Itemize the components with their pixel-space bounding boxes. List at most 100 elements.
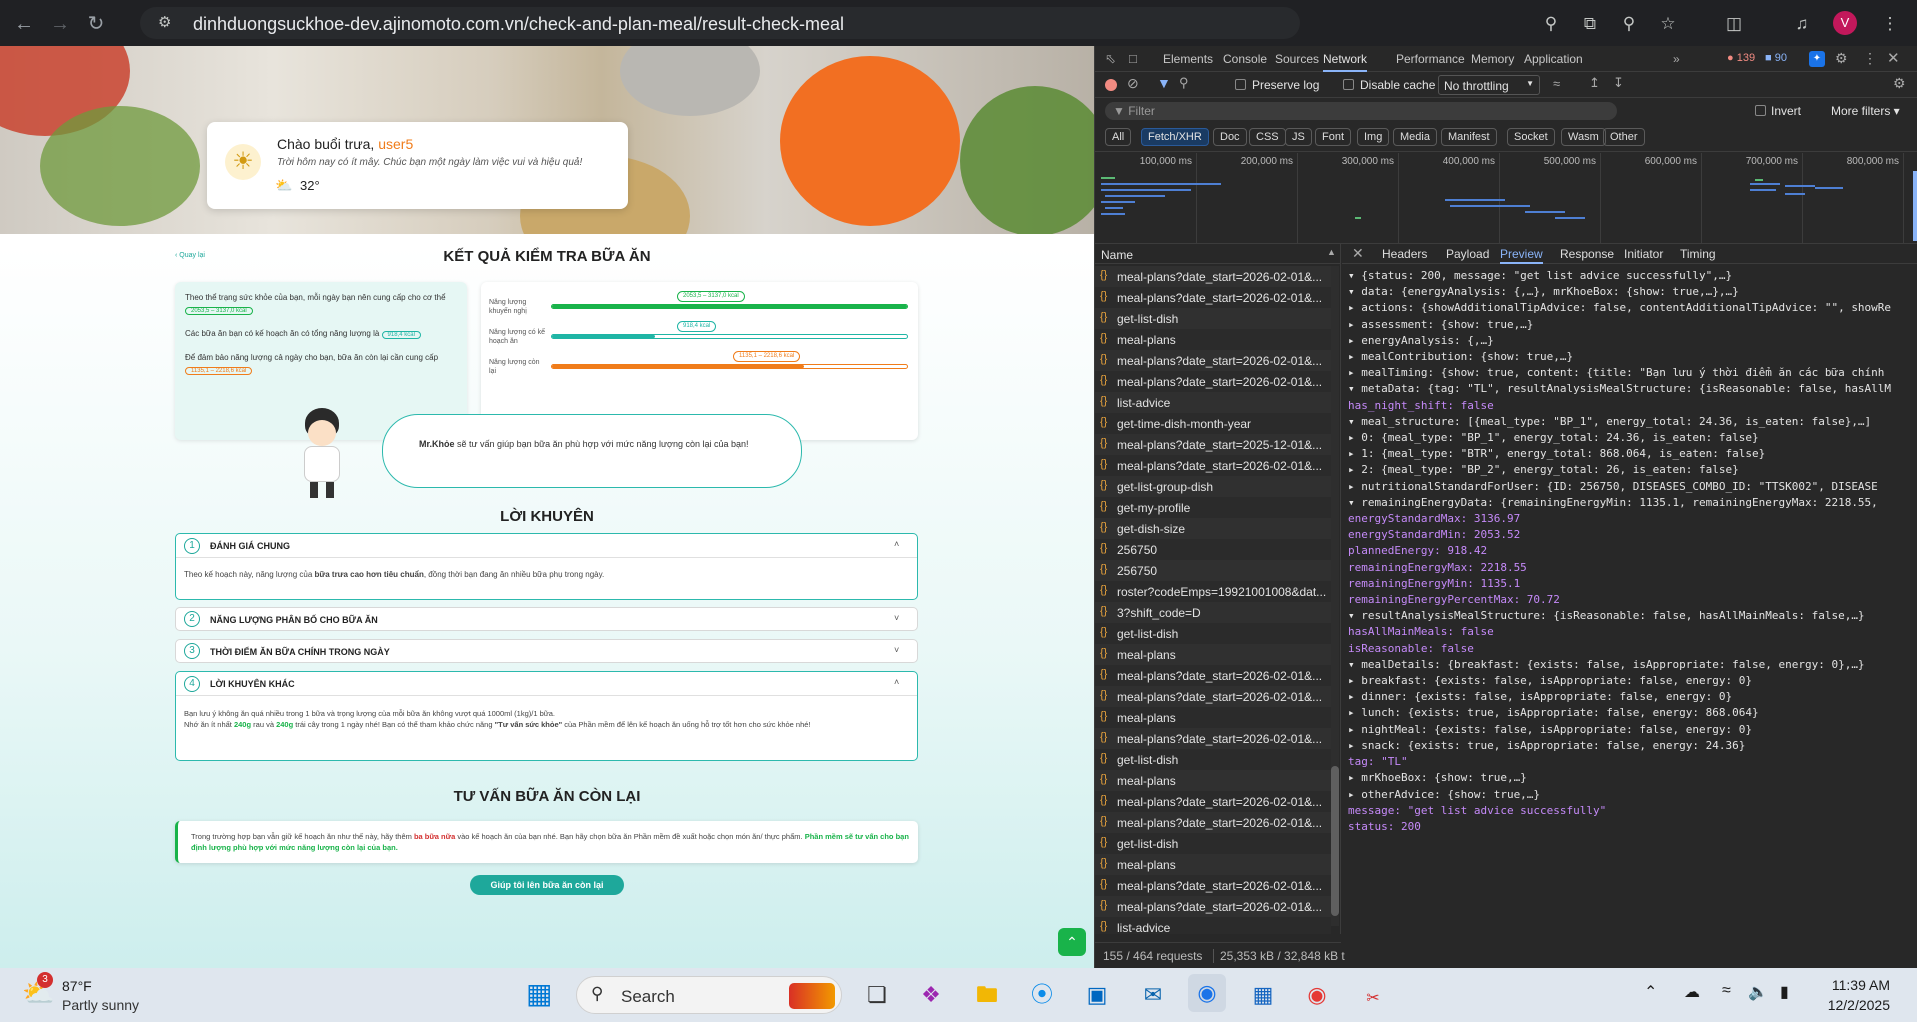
close-devtools-icon[interactable]: ✕ xyxy=(1887,49,1900,67)
throttling-select[interactable]: No throttling ▼ xyxy=(1438,75,1540,95)
request-row[interactable]: {} meal-plans?date_start=2026-02-01&... xyxy=(1095,791,1331,812)
json-line[interactable]: hasAllMainMeals: false xyxy=(1348,624,1917,640)
chevron-down-icon[interactable]: ˅ xyxy=(894,613,899,623)
request-row[interactable]: {} meal-plans xyxy=(1095,770,1331,791)
battery-icon[interactable]: ▮ xyxy=(1780,982,1789,1002)
zoom-icon[interactable]: ⚲ xyxy=(1617,12,1641,36)
extensions-icon[interactable]: ◫ xyxy=(1722,12,1746,36)
type-filter-fetch-xhr[interactable]: Fetch/XHR xyxy=(1141,128,1209,146)
type-filter-manifest[interactable]: Manifest xyxy=(1441,128,1497,146)
json-line[interactable]: has_night_shift: false xyxy=(1348,398,1917,414)
request-row[interactable]: {} get-dish-size xyxy=(1095,518,1331,539)
filter-funnel-icon[interactable]: ▼ xyxy=(1157,75,1171,91)
request-row[interactable]: {} meal-plans?date_start=2026-02-01&... xyxy=(1095,371,1331,392)
request-row[interactable]: {} meal-plans xyxy=(1095,854,1331,875)
request-row[interactable]: {} meal-plans?date_start=2026-02-01&... xyxy=(1095,665,1331,686)
ai-assist-icon[interactable]: ✦ xyxy=(1809,51,1825,67)
request-row[interactable]: {} meal-plans?date_start=2026-02-01&... xyxy=(1095,896,1331,917)
json-line[interactable]: ▸ 0: {meal_type: "BP_1", energy_total: 2… xyxy=(1348,430,1917,446)
clock-time[interactable]: 11:39 AM xyxy=(1830,977,1890,993)
disable-cache-checkbox[interactable] xyxy=(1343,79,1354,90)
json-line[interactable]: energyStandardMin: 2053.52 xyxy=(1348,527,1917,543)
microsoft-store-icon[interactable]: ▣ xyxy=(1078,976,1116,1014)
chevron-up-icon[interactable]: ˄ xyxy=(894,539,899,549)
network-conditions-icon[interactable]: ≈ xyxy=(1553,76,1560,91)
request-row[interactable]: {} roster?codeEmps=19921001008&dat... xyxy=(1095,581,1331,602)
devtools-tab-performance[interactable]: Performance xyxy=(1396,46,1465,72)
scroll-to-top-icon[interactable]: ⌃ xyxy=(1058,928,1086,956)
json-line[interactable]: ▸ nightMeal: {exists: false, isAppropria… xyxy=(1348,722,1917,738)
request-list-scrollbar[interactable] xyxy=(1331,266,1339,926)
devtools-tab-elements[interactable]: Elements xyxy=(1163,46,1213,72)
json-line[interactable]: ▸ mealContribution: {show: true,…} xyxy=(1348,349,1917,365)
type-filter-img[interactable]: Img xyxy=(1357,128,1390,146)
invert-checkbox[interactable] xyxy=(1755,105,1766,116)
json-line[interactable]: ▸ energyAnalysis: {,…} xyxy=(1348,333,1917,349)
type-filter-socket[interactable]: Socket xyxy=(1507,128,1555,146)
bookmark-star-icon[interactable]: ☆ xyxy=(1656,12,1680,36)
request-row[interactable]: {} list-advice xyxy=(1095,392,1331,413)
request-row[interactable]: {} meal-plans?date_start=2025-12-01&... xyxy=(1095,434,1331,455)
section-main-meal-timing[interactable]: 3 THỜI ĐIỂM ĂN BỮA CHÍNH TRONG NGÀY ˅ xyxy=(175,639,918,663)
devtools-tab-application[interactable]: Application xyxy=(1524,46,1583,72)
request-row[interactable]: {} meal-plans xyxy=(1095,644,1331,665)
reload-icon[interactable]: ↻ xyxy=(84,12,108,36)
calculator-app-icon[interactable]: ▦ xyxy=(1244,976,1282,1014)
url-text[interactable]: dinhduongsuckhoe-dev.ajinomoto.com.vn/ch… xyxy=(193,14,844,35)
section-1-header[interactable]: 1 ĐÁNH GIÁ CHUNG ˄ xyxy=(176,534,917,558)
request-row[interactable]: {} 256750 xyxy=(1095,560,1331,581)
name-column-header[interactable]: Name ▲ xyxy=(1095,244,1340,264)
json-line[interactable]: tag: "TL" xyxy=(1348,754,1917,770)
network-overview-timeline[interactable]: 100,000 ms 200,000 ms 300,000 ms 400,000 ms… xyxy=(1095,153,1917,244)
device-toolbar-icon[interactable]: □ xyxy=(1129,51,1137,66)
inspect-element-icon[interactable]: ⬁ xyxy=(1105,51,1116,67)
chevron-down-icon[interactable]: ˅ xyxy=(894,645,899,655)
error-count[interactable]: ● 139 xyxy=(1727,52,1755,64)
clock-date[interactable]: 12/2/2025 xyxy=(1820,997,1890,1013)
wifi-icon[interactable]: ≈ xyxy=(1722,982,1731,1000)
network-settings-icon[interactable]: ⚙ xyxy=(1893,75,1906,92)
json-line[interactable]: ▾ remainingEnergyData: {remainingEnergyM… xyxy=(1348,495,1917,511)
detail-tab-response[interactable]: Response xyxy=(1560,244,1614,264)
request-row[interactable]: {} meal-plans?date_start=2026-02-01&... xyxy=(1095,812,1331,833)
media-control-icon[interactable]: ♫ xyxy=(1790,12,1814,36)
request-row[interactable]: {} get-time-dish-month-year xyxy=(1095,413,1331,434)
close-detail-icon[interactable]: ✕ xyxy=(1352,245,1364,262)
more-filters-button[interactable]: More filters ▾ xyxy=(1831,104,1900,118)
json-line[interactable]: ▾ {status: 200, message: "get list advic… xyxy=(1348,268,1917,284)
chrome-icon[interactable]: ◉ xyxy=(1188,974,1226,1012)
request-row[interactable]: {} 3?shift_code=D xyxy=(1095,602,1331,623)
json-line[interactable]: message: "get list advice successfully" xyxy=(1348,803,1917,819)
request-row[interactable]: {} get-my-profile xyxy=(1095,497,1331,518)
request-row[interactable]: {} get-list-dish xyxy=(1095,308,1331,329)
request-row[interactable]: {} meal-plans?date_start=2026-02-01&... xyxy=(1095,350,1331,371)
json-line[interactable]: ▸ otherAdvice: {show: true,…} xyxy=(1348,787,1917,803)
detail-tab-payload[interactable]: Payload xyxy=(1446,244,1489,264)
json-line[interactable]: ▸ breakfast: {exists: false, isAppropria… xyxy=(1348,673,1917,689)
json-line[interactable]: ▸ dinner: {exists: false, isAppropriate:… xyxy=(1348,689,1917,705)
weather-description[interactable]: Partly sunny xyxy=(62,997,139,1013)
section-4-header[interactable]: 4 LỜI KHUYÊN KHÁC ˄ xyxy=(176,672,917,696)
json-line[interactable]: ▾ mealDetails: {breakfast: {exists: fals… xyxy=(1348,657,1917,673)
json-line[interactable]: ▸ mealTiming: {show: true, content: {tit… xyxy=(1348,365,1917,381)
json-line[interactable]: ▸ assessment: {show: true,…} xyxy=(1348,317,1917,333)
type-filter-js[interactable]: JS xyxy=(1285,128,1312,146)
forward-arrow-icon[interactable]: → xyxy=(48,12,72,36)
json-line[interactable]: remainingEnergyPercentMax: 70.72 xyxy=(1348,592,1917,608)
export-har-icon[interactable]: ↧ xyxy=(1613,75,1624,91)
clear-icon[interactable]: ⊘ xyxy=(1127,75,1139,92)
plan-remaining-meal-button[interactable]: Giúp tôi lên bữa ăn còn lại xyxy=(470,875,624,895)
location-icon[interactable]: ⚲ xyxy=(1539,12,1563,36)
json-line[interactable]: ▾ metaData: {tag: "TL", resultAnalysisMe… xyxy=(1348,381,1917,397)
json-line[interactable]: ▾ meal_structure: [{meal_type: "BP_1", e… xyxy=(1348,414,1917,430)
file-explorer-icon[interactable]: 🖿 xyxy=(968,976,1006,1014)
json-line[interactable]: plannedEnergy: 918.42 xyxy=(1348,543,1917,559)
request-row[interactable]: {} meal-plans?date_start=2026-02-01&... xyxy=(1095,455,1331,476)
task-view-icon[interactable]: ❏ xyxy=(858,976,896,1014)
more-tabs-icon[interactable]: » xyxy=(1673,52,1680,66)
json-line[interactable]: ▸ actions: {showAdditionalTipAdvice: fal… xyxy=(1348,300,1917,316)
type-filter-doc[interactable]: Doc xyxy=(1213,128,1247,146)
devtools-tab-memory[interactable]: Memory xyxy=(1471,46,1514,72)
install-app-icon[interactable]: ⧉ xyxy=(1578,12,1602,36)
section-energy-distribution[interactable]: 2 NĂNG LƯỢNG PHÂN BỐ CHO BỮA ĂN ˅ xyxy=(175,607,918,631)
